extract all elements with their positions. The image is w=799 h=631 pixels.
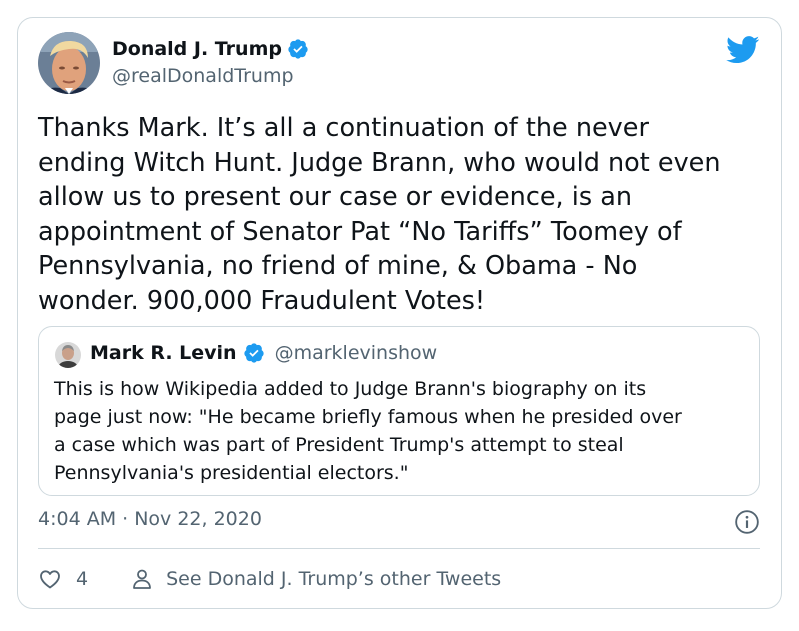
divider [38,548,760,549]
like-count: 4 [76,568,89,590]
verified-badge-icon [243,343,264,363]
twitter-bird-icon[interactable] [726,36,760,64]
tweet-actions: 4 See Donald J. Trump’s other Tweets [38,564,501,594]
see-other-tweets-link[interactable]: See Donald J. Trump’s other Tweets [130,567,501,591]
quote-author-handle[interactable]: @marklevinshow [275,342,438,364]
heart-icon [40,570,60,589]
quote-header: Mark R. Levin @marklevinshow [90,342,437,364]
tweet-timestamp[interactable]: 4:04 AM · Nov 22, 2020 [38,508,262,530]
author-name-text[interactable]: Donald J. Trump [112,38,282,60]
like-button[interactable]: 4 [38,567,88,591]
quote-author-avatar[interactable] [55,342,81,368]
tweet-text: Thanks Mark. It’s all a continuation of … [38,113,721,316]
author-name[interactable]: Donald J. Trump [112,38,309,60]
info-icon[interactable] [734,509,760,535]
author-handle[interactable]: @realDonaldTrump [112,65,294,87]
tweet-card: Donald J. Trump @realDonaldTrump Thanks … [17,17,782,609]
person-icon [133,569,151,589]
see-other-tweets-label[interactable]: See Donald J. Trump’s other Tweets [166,568,501,590]
quote-text: This is how Wikipedia added to Judge Bra… [54,378,682,484]
quote-author-name[interactable]: Mark R. Levin [90,342,237,364]
quoted-tweet[interactable]: Mark R. Levin @marklevinshow This is how… [38,326,760,496]
author-avatar[interactable] [38,32,100,94]
verified-badge-icon [288,39,308,59]
